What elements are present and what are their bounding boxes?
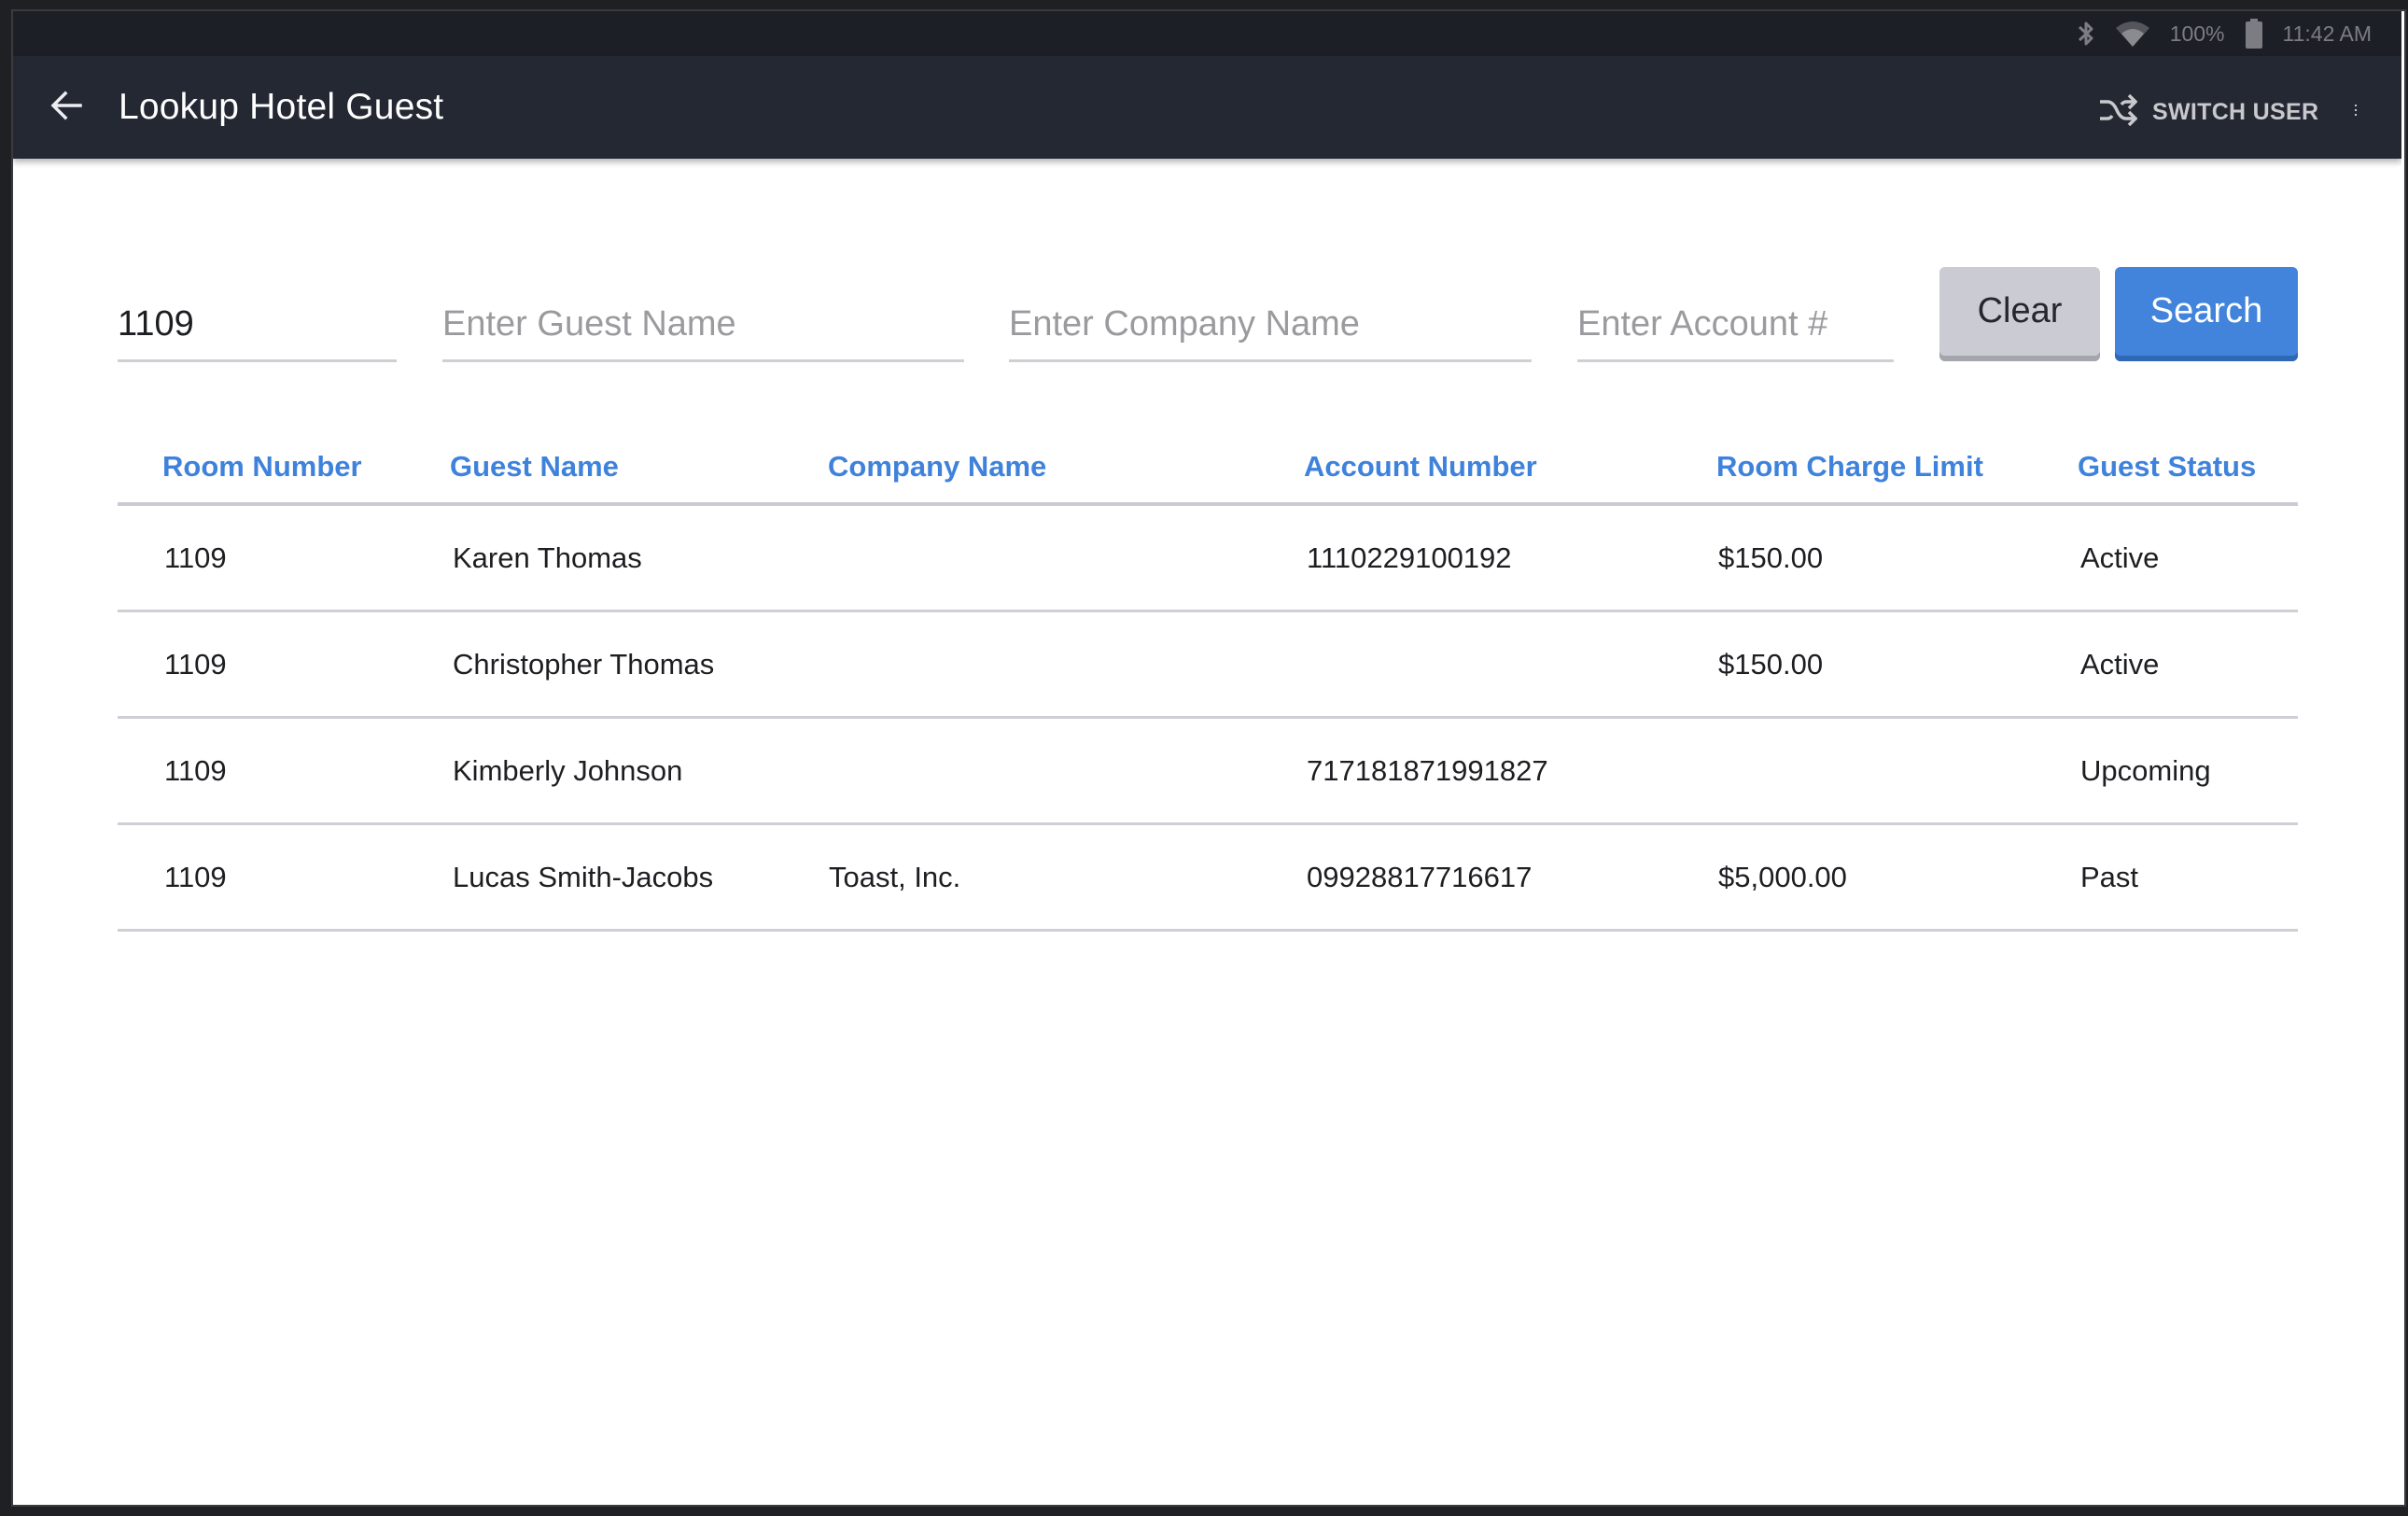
cell-guest-status: Active [2080,541,2160,574]
table-row[interactable]: 1109 Kimberly Johnson 717181871991827 Up… [118,719,2298,825]
account-number-input[interactable] [1577,291,1894,357]
cell-room-charge-limit: $150.00 [1718,648,1824,681]
app-bar: Lookup Hotel Guest SWITCH USER [13,56,2401,159]
column-header-account-number[interactable]: Account Number [1304,448,1537,485]
column-header-guest-name[interactable]: Guest Name [450,448,619,485]
cell-guest-name: Lucas Smith-Jacobs [453,861,714,893]
cell-room-number: 1109 [164,861,227,893]
clock: 11:42 AM [2282,21,2372,46]
bluetooth-icon [2077,20,2095,48]
cell-company-name: Toast, Inc. [829,861,961,893]
arrow-left-icon [50,91,82,125]
wifi-icon [2115,21,2149,47]
cell-room-charge-limit: $5,000.00 [1718,861,1847,893]
battery-icon [2245,19,2262,49]
battery-percent: 100% [2169,21,2225,46]
cell-room-number: 1109 [164,541,227,574]
column-header-room-charge-limit[interactable]: Room Charge Limit [1716,448,1983,485]
status-bar-right: 100% 11:42 AM [2077,11,2372,56]
cell-guest-status: Past [2080,861,2139,893]
table-header: Room Number Guest Name Company Name Acco… [118,431,2298,506]
back-button[interactable] [47,88,86,127]
more-vert-icon [2354,104,2358,122]
status-bar: 100% 11:42 AM [13,11,2401,56]
switch-user-button[interactable]: SWITCH USER [2098,93,2318,131]
company-name-input[interactable] [1009,291,1532,357]
results-table: Room Number Guest Name Company Name Acco… [118,431,2298,932]
screen: 100% 11:42 AM Lookup Hotel Guest SWITCH … [13,11,2401,1505]
cell-account-number: 717181871991827 [1307,754,1548,787]
cell-guest-status: Upcoming [2080,754,2211,787]
guest-name-input[interactable] [442,291,964,357]
page-title: Lookup Hotel Guest [119,87,444,127]
room-number-input[interactable] [118,291,397,357]
shuffle-icon [2098,93,2138,131]
guest-name-field [442,291,964,362]
cell-guest-name: Kimberly Johnson [453,754,683,787]
switch-user-label: SWITCH USER [2152,98,2319,125]
cell-room-charge-limit: $150.00 [1718,541,1824,574]
company-name-field [1009,291,1532,362]
cell-room-number: 1109 [164,648,227,681]
search-button[interactable]: Search [2115,267,2298,361]
cell-guest-name: Christopher Thomas [453,648,715,681]
account-number-field [1577,291,1894,362]
table-row[interactable]: 1109 Christopher Thomas $150.00 Active [118,612,2298,719]
cell-account-number: 1110229100192 [1307,541,1512,574]
column-header-room-number[interactable]: Room Number [162,448,362,485]
table-row[interactable]: 1109 Lucas Smith-Jacobs Toast, Inc. 0992… [118,825,2298,932]
cell-guest-status: Active [2080,648,2160,681]
cell-room-number: 1109 [164,754,227,787]
column-header-guest-status[interactable]: Guest Status [2078,448,2256,485]
cell-account-number: 09928817716617 [1307,861,1533,893]
column-header-company-name[interactable]: Company Name [828,448,1046,485]
clear-button[interactable]: Clear [1939,267,2100,361]
more-options-button[interactable] [2345,99,2367,127]
cell-guest-name: Karen Thomas [453,541,642,574]
table-row[interactable]: 1109 Karen Thomas 1110229100192 $150.00 … [118,506,2298,612]
room-number-field [118,291,397,362]
